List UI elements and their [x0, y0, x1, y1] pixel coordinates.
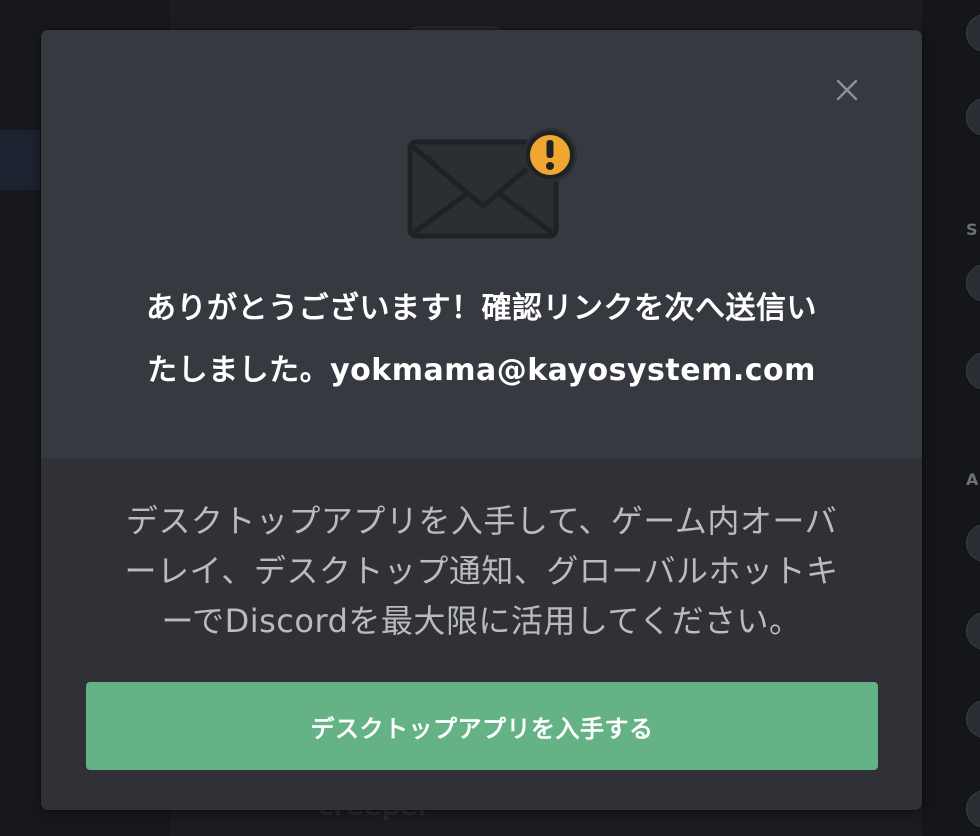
modal-description: デスクトップアプリを入手して、ゲーム内オーバ ーレイ、デスクトップ通知、グローバ…	[71, 496, 892, 646]
close-icon	[836, 79, 858, 101]
verification-modal: ありがとうございます！確認リンクを次へ送信い たしました。yokmama@kay…	[41, 30, 922, 810]
download-desktop-app-button[interactable]: デスクトップアプリを入手する	[86, 682, 878, 770]
description-line: ーでDiscordを最大限に活用してください。	[161, 602, 802, 640]
description-line: ーレイ、デスクトップ通知、グローバルホットキ	[124, 552, 839, 590]
title-line: ありがとうございます！確認リンクを次へ送信い	[146, 291, 817, 326]
envelope-warning-icon	[407, 126, 581, 246]
background-selected-row	[0, 130, 40, 190]
description-line: デスクトップアプリを入手して、ゲーム内オーバ	[125, 502, 838, 540]
title-line: たしました。yokmama@kayosystem.com	[147, 353, 816, 388]
background-section-letter: A	[966, 470, 979, 489]
modal-title: ありがとうございます！確認リンクを次へ送信い たしました。yokmama@kay…	[71, 278, 892, 402]
close-button[interactable]	[831, 74, 863, 106]
background-section-letter: S	[966, 220, 978, 239]
